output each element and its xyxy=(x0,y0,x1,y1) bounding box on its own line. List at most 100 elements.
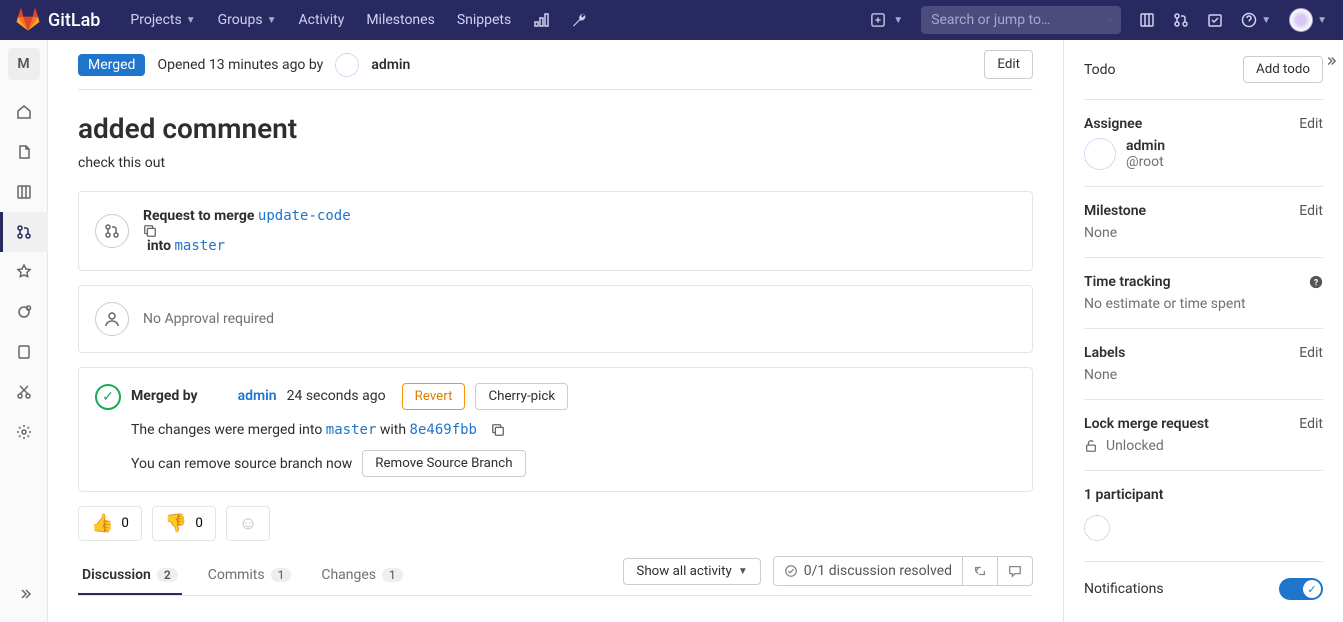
sidebar-wiki-icon[interactable] xyxy=(0,332,48,372)
labels-edit-link[interactable]: Edit xyxy=(1299,345,1323,361)
milestone-label: Milestone xyxy=(1084,203,1146,219)
top-nav: GitLab Projects▼ Groups▼ Activity Milest… xyxy=(0,0,1343,40)
merged-by-text: Merged by xyxy=(131,388,198,404)
user-avatar-icon xyxy=(1289,8,1313,32)
sidebar-milestone: Milestone Edit None xyxy=(1084,187,1323,258)
tab-changes-label: Changes xyxy=(321,567,376,583)
approval-box: No Approval required xyxy=(78,285,1033,353)
svg-text:?: ? xyxy=(1314,279,1319,289)
sidebar-snippets-icon[interactable] xyxy=(0,372,48,412)
nav-activity[interactable]: Activity xyxy=(288,4,354,36)
cherry-pick-button[interactable]: Cherry-pick xyxy=(475,383,568,410)
thumbs-up-icon: 👍 xyxy=(91,513,113,534)
collapse-sidebar-icon[interactable] xyxy=(1323,54,1337,68)
timetracking-label: Time tracking xyxy=(1084,274,1171,290)
merge-request-box: Request to merge update-code into master xyxy=(78,191,1033,271)
mr-title: added commnent xyxy=(78,112,1033,145)
tab-changes[interactable]: Changes 1 xyxy=(317,555,406,595)
thumbs-down-count: 0 xyxy=(195,516,203,531)
author-link[interactable]: admin xyxy=(371,57,410,73)
notifications-toggle[interactable]: ✓ xyxy=(1279,578,1323,600)
changes-prefix: The changes were merged into xyxy=(131,422,326,438)
nav-milestones-label: Milestones xyxy=(366,12,435,28)
opened-prefix: Opened xyxy=(157,57,208,73)
tab-changes-count: 1 xyxy=(382,568,403,582)
commit-sha-link[interactable]: 8e469fbb xyxy=(410,422,477,438)
copy-sha-icon[interactable] xyxy=(487,423,509,437)
merged-target-link[interactable]: master xyxy=(326,422,377,438)
sidebar-operations-icon[interactable] xyxy=(0,292,48,332)
request-merge-prefix: Request to merge xyxy=(143,208,258,224)
question-circle-icon xyxy=(1241,12,1257,28)
jump-discussion-button[interactable] xyxy=(962,557,997,585)
add-todo-button[interactable]: Add todo xyxy=(1243,56,1323,83)
chevron-down-icon: ▼ xyxy=(267,15,277,26)
thumbs-down-button[interactable]: 👎0 xyxy=(152,506,216,541)
sidebar-lock: Lock merge requestEdit Unlocked xyxy=(1084,400,1323,471)
sidebar-notifications: Notifications ✓ xyxy=(1084,562,1323,616)
resolved-text: 0/1 discussion resolved xyxy=(804,563,952,579)
tab-commits[interactable]: Commits1 xyxy=(204,555,296,595)
thumbs-down-icon: 👎 xyxy=(165,513,187,534)
revert-button[interactable]: Revert xyxy=(402,383,466,410)
chevron-down-icon: ▼ xyxy=(1261,15,1271,26)
todos-icon[interactable] xyxy=(1207,12,1223,28)
activity-filter-dropdown[interactable]: Show all activity▼ xyxy=(623,558,760,585)
merge-request-text: Request to merge update-code into master xyxy=(143,208,355,254)
new-discussion-issue-button[interactable] xyxy=(997,557,1032,585)
plus-menu[interactable]: ▼ xyxy=(861,5,913,35)
into-text: into xyxy=(147,238,175,254)
sidebar-repository-icon[interactable] xyxy=(0,132,48,172)
timetracking-help-icon[interactable]: ? xyxy=(1309,275,1323,289)
search-icon xyxy=(1109,12,1111,28)
project-badge[interactable]: M xyxy=(8,48,40,80)
participants-label: 1 participant xyxy=(1084,487,1163,503)
help-menu[interactable]: ▼ xyxy=(1241,12,1271,28)
milestone-value: None xyxy=(1084,225,1323,241)
search-input[interactable] xyxy=(931,12,1109,28)
sidebar-collapse-icon[interactable] xyxy=(0,574,48,614)
nav-ops-icon[interactable] xyxy=(523,4,559,36)
sidebar-issues-icon[interactable] xyxy=(0,172,48,212)
thumbs-up-button[interactable]: 👍0 xyxy=(78,506,142,541)
remove-source-branch-button[interactable]: Remove Source Branch xyxy=(362,450,525,477)
nav-groups[interactable]: Groups▼ xyxy=(208,4,287,36)
search-box[interactable] xyxy=(921,6,1121,34)
issues-icon[interactable] xyxy=(1139,12,1155,28)
sidebar-todo: Todo Add todo xyxy=(1084,40,1323,100)
user-menu[interactable]: ▼ xyxy=(1289,8,1327,32)
nav-wrench-icon[interactable] xyxy=(561,4,597,36)
merge-requests-icon[interactable] xyxy=(1173,12,1189,28)
milestone-edit-link[interactable]: Edit xyxy=(1299,203,1323,219)
target-branch-link[interactable]: master xyxy=(175,238,226,254)
assignee-name[interactable]: admin xyxy=(1126,138,1165,154)
sidebar-participants: 1 participant xyxy=(1084,471,1323,562)
check-circle-icon: ✓ xyxy=(95,384,121,410)
assignee-edit-link[interactable]: Edit xyxy=(1299,116,1323,132)
sidebar-settings-icon[interactable] xyxy=(0,412,48,452)
tab-commits-label: Commits xyxy=(208,567,265,583)
nav-milestones[interactable]: Milestones xyxy=(356,4,445,36)
assignee-handle: @root xyxy=(1126,154,1165,170)
brand[interactable]: GitLab xyxy=(16,8,100,32)
tab-discussion-label: Discussion xyxy=(82,567,151,583)
approval-text: No Approval required xyxy=(143,311,274,327)
edit-button[interactable]: Edit xyxy=(984,50,1033,79)
mr-header: Merged Opened 13 minutes ago by admin Ed… xyxy=(78,40,1033,90)
sidebar-merge-requests-icon[interactable] xyxy=(0,212,48,252)
sidebar-overview-icon[interactable] xyxy=(0,92,48,132)
add-emoji-button[interactable]: ☺ xyxy=(226,506,270,541)
participant-avatar-icon[interactable] xyxy=(1084,515,1110,541)
lock-edit-link[interactable]: Edit xyxy=(1299,416,1323,432)
source-branch-link[interactable]: update-code xyxy=(258,208,351,224)
merger-link[interactable]: admin xyxy=(238,388,277,404)
right-sidebar: Todo Add todo AssigneeEdit admin @root M… xyxy=(1063,40,1343,622)
nav-projects[interactable]: Projects▼ xyxy=(120,4,205,36)
brand-text: GitLab xyxy=(48,10,100,31)
timetracking-value: No estimate or time spent xyxy=(1084,296,1323,312)
nav-snippets[interactable]: Snippets xyxy=(447,4,521,36)
sidebar-ci-icon[interactable] xyxy=(0,252,48,292)
tab-discussion[interactable]: Discussion2 xyxy=(78,555,182,595)
lock-value: Unlocked xyxy=(1106,438,1164,454)
assignee-avatar-icon xyxy=(1084,138,1116,170)
